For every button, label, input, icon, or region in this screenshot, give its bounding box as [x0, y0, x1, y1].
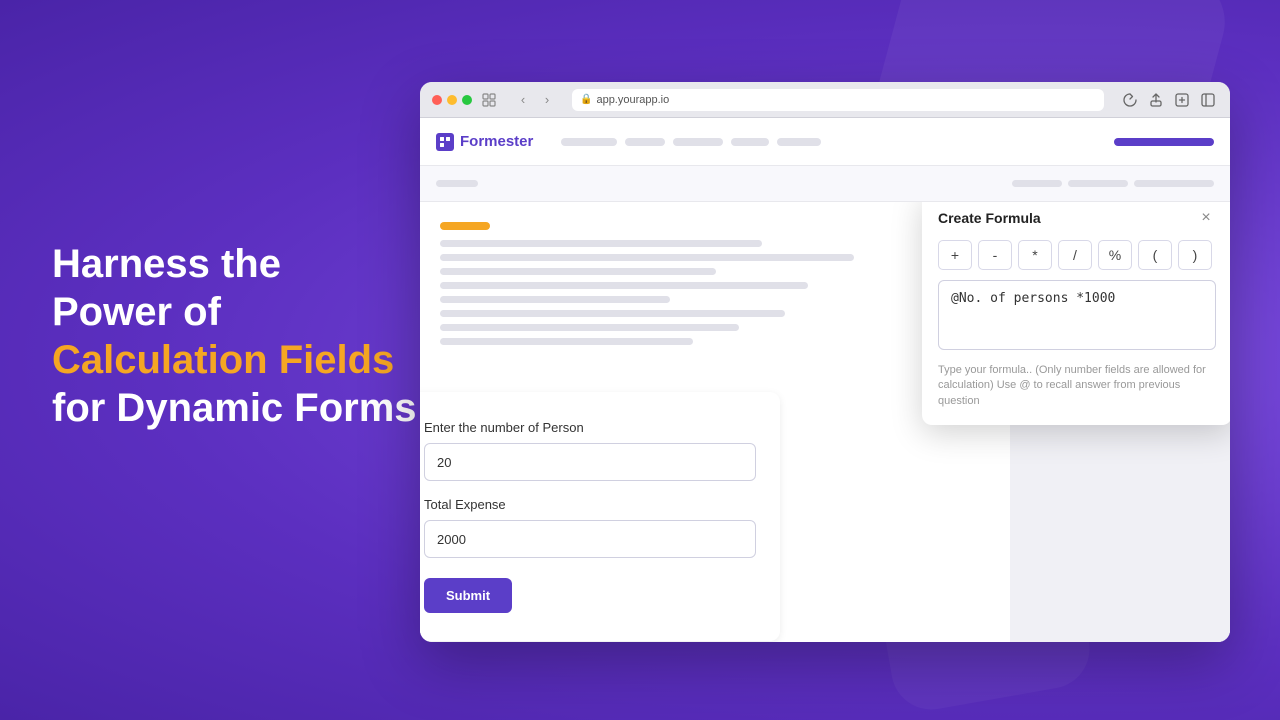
hero-text-block: Harness the Power of Calculation Fields … — [52, 240, 417, 432]
sub-header-bar-2 — [1012, 180, 1062, 187]
browser-dots — [432, 95, 472, 105]
close-button[interactable]: × — [1196, 208, 1216, 228]
header-nav — [561, 138, 821, 146]
url-text: app.yourapp.io — [596, 94, 669, 106]
sub-header — [420, 166, 1230, 202]
formester-brand-name: Formester — [460, 133, 533, 150]
sub-header-bar-1 — [436, 180, 478, 187]
skeleton-bar-3 — [440, 268, 716, 275]
skeleton-bar-7 — [440, 324, 739, 331]
browser-grid-icon[interactable] — [480, 91, 498, 109]
browser-window: ‹ › 🔒 app.yourapp.io — [420, 82, 1230, 642]
op-close-paren[interactable]: ) — [1178, 240, 1212, 270]
dot-green[interactable] — [462, 95, 472, 105]
sub-header-bar-3 — [1068, 180, 1128, 187]
app-header: Formester — [420, 118, 1230, 166]
header-nav-bar-4 — [731, 138, 769, 146]
lock-icon: 🔒 — [580, 94, 592, 105]
hero-line-2: Power of — [52, 288, 417, 336]
formula-operators: + - * / % ( ) — [938, 240, 1216, 270]
formester-logo: Formester — [436, 133, 533, 151]
header-nav-bar-3 — [673, 138, 723, 146]
hero-line-3: for Dynamic Forms — [52, 384, 417, 432]
formula-modal: Create Formula × + - * / % ( ) @No. of p… — [922, 202, 1230, 425]
sub-header-bar-4 — [1134, 180, 1214, 187]
op-percent[interactable]: % — [1098, 240, 1132, 270]
skeleton-bar-5 — [440, 296, 670, 303]
dot-red[interactable] — [432, 95, 442, 105]
formula-input[interactable]: @No. of persons *1000 — [938, 280, 1216, 350]
op-plus[interactable]: + — [938, 240, 972, 270]
back-button[interactable]: ‹ — [514, 91, 532, 109]
sub-header-right — [1012, 180, 1214, 187]
app-content: Formester — [420, 118, 1230, 642]
browser-nav: ‹ › — [514, 91, 556, 109]
header-right-bar — [1114, 138, 1214, 146]
dot-yellow[interactable] — [447, 95, 457, 105]
modal-title: Create Formula — [938, 210, 1041, 226]
formula-hint: Type your formula.. (Only number fields … — [938, 363, 1216, 409]
modal-header: Create Formula × — [938, 208, 1216, 228]
orange-accent-bar — [440, 222, 490, 230]
submit-button[interactable]: Submit — [424, 578, 512, 613]
header-nav-bar-5 — [777, 138, 821, 146]
sidebar-button[interactable] — [1198, 90, 1218, 110]
share-button[interactable] — [1146, 90, 1166, 110]
header-nav-bar-1 — [561, 138, 617, 146]
address-bar[interactable]: 🔒 app.yourapp.io — [572, 89, 1104, 111]
app-main: Enter the number of Person Total Expense… — [420, 202, 1230, 642]
op-minus[interactable]: - — [978, 240, 1012, 270]
op-multiply[interactable]: * — [1018, 240, 1052, 270]
new-tab-button[interactable] — [1172, 90, 1192, 110]
forward-button[interactable]: › — [538, 91, 556, 109]
skeleton-bar-2 — [440, 254, 854, 261]
header-right — [1114, 138, 1214, 146]
browser-actions — [1120, 90, 1218, 110]
op-open-paren[interactable]: ( — [1138, 240, 1172, 270]
hero-highlight: Calculation Fields — [52, 336, 417, 384]
builder-skeleton — [440, 222, 900, 352]
field2-input[interactable] — [424, 520, 756, 558]
skeleton-bar-4 — [440, 282, 808, 289]
skeleton-bar-1 — [440, 240, 762, 247]
refresh-button[interactable] — [1120, 90, 1140, 110]
browser-chrome: ‹ › 🔒 app.yourapp.io — [420, 82, 1230, 118]
field2-label: Total Expense — [424, 497, 756, 512]
skeleton-bar-6 — [440, 310, 785, 317]
form-card: Enter the number of Person Total Expense… — [420, 392, 780, 641]
logo-icon — [436, 133, 454, 151]
skeleton-bar-8 — [440, 338, 693, 345]
field1-input[interactable] — [424, 443, 756, 481]
hero-line-1: Harness the — [52, 240, 417, 288]
header-nav-bar-2 — [625, 138, 665, 146]
op-divide[interactable]: / — [1058, 240, 1092, 270]
field1-label: Enter the number of Person — [424, 420, 756, 435]
